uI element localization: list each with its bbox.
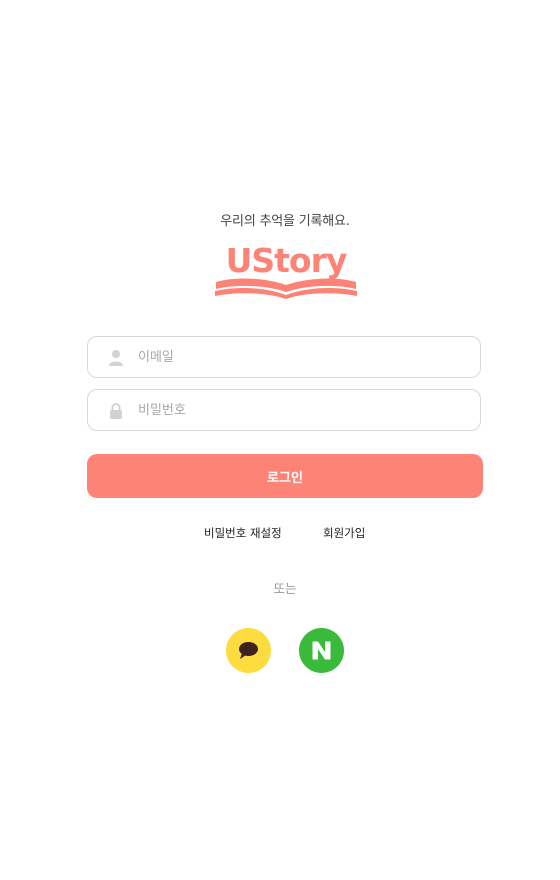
signup-link[interactable]: 회원가입 bbox=[323, 525, 365, 541]
ustory-logo: UStory bbox=[215, 241, 357, 299]
naver-n-icon bbox=[299, 628, 344, 673]
naver-login-button[interactable] bbox=[299, 628, 344, 673]
email-input[interactable] bbox=[138, 337, 468, 377]
kakao-login-button[interactable] bbox=[226, 628, 271, 673]
speech-bubble-icon bbox=[226, 628, 271, 673]
reset-password-link[interactable]: 비밀번호 재설정 bbox=[204, 525, 282, 541]
login-button[interactable]: 로그인 bbox=[87, 454, 483, 498]
or-divider: 또는 bbox=[273, 581, 297, 596]
tagline: 우리의 추억을 기록해요. bbox=[220, 214, 350, 229]
password-input[interactable] bbox=[138, 390, 468, 430]
email-field[interactable] bbox=[87, 336, 481, 378]
password-field[interactable] bbox=[87, 389, 481, 431]
lock-icon bbox=[110, 403, 122, 419]
user-icon bbox=[109, 350, 123, 366]
logo-text: UStory bbox=[226, 241, 347, 280]
